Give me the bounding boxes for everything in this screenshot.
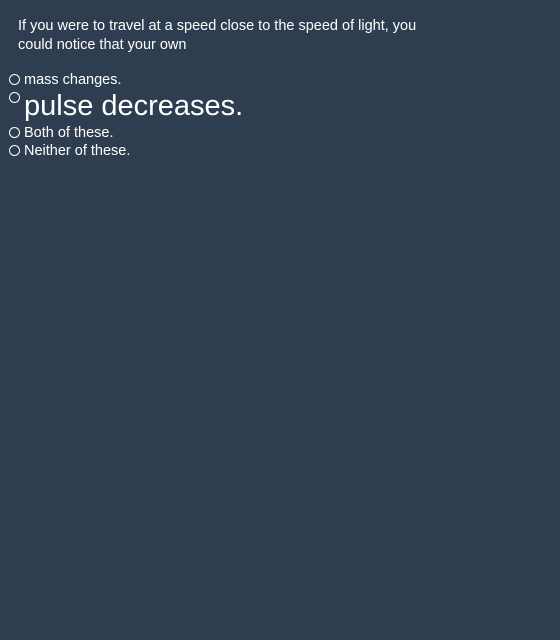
- option-label: Neither of these.: [24, 143, 131, 159]
- question-text: If you were to travel at a speed close t…: [18, 18, 417, 53]
- answer-options: mass changes. pulse decreases. Both of t…: [9, 71, 243, 160]
- option-mass-changes[interactable]: mass changes.: [9, 71, 243, 89]
- option-neither[interactable]: Neither of these.: [9, 142, 243, 160]
- option-label: pulse decreases.: [24, 90, 244, 122]
- radio-button[interactable]: [9, 74, 20, 85]
- option-pulse-decreases[interactable]: pulse decreases.: [9, 89, 243, 124]
- quiz-panel: If you were to travel at a speed close t…: [0, 0, 560, 640]
- option-label: mass changes.: [24, 72, 122, 88]
- radio-button[interactable]: [9, 92, 20, 103]
- option-both[interactable]: Both of these.: [9, 124, 243, 142]
- radio-button[interactable]: [9, 145, 20, 156]
- radio-button[interactable]: [9, 127, 20, 138]
- option-label: Both of these.: [24, 125, 114, 141]
